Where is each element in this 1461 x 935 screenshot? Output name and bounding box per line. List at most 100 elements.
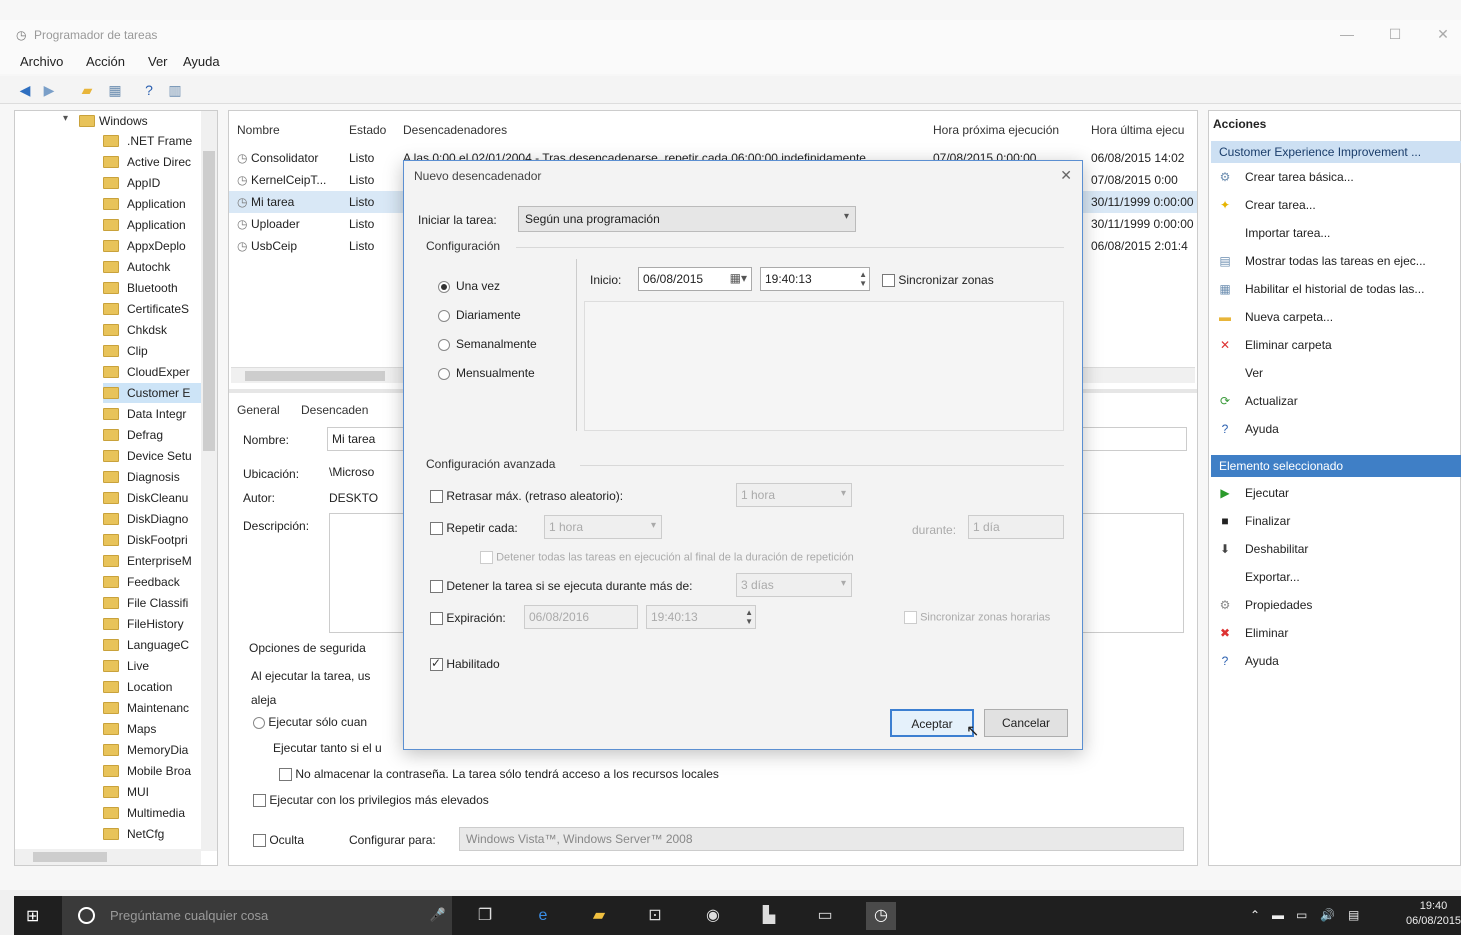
stop-all-option[interactable]: Detener todas las tareas en ejecución al… (480, 551, 854, 564)
dialog-close-button[interactable]: ✕ (1060, 167, 1072, 184)
schedule-option[interactable]: Una vez (438, 279, 500, 293)
repeat-option[interactable]: Repetir cada: (430, 521, 518, 536)
time-spinner-icon[interactable]: ▲ ▼ (745, 608, 753, 626)
actions-section-selected[interactable]: Elemento seleccionado (1211, 455, 1461, 477)
schedule-option[interactable]: Mensualmente (438, 366, 535, 380)
task-scheduler-taskbar-icon[interactable]: ◷ (866, 902, 896, 930)
highest-privileges-checkbox[interactable] (253, 794, 266, 808)
sync-zones-2-option[interactable]: Sincronizar zonas horarias (904, 611, 1050, 624)
media-icon[interactable]: ◉ (698, 902, 728, 930)
tab-triggers[interactable]: Desencaden (301, 403, 368, 417)
collapse-icon[interactable]: ▾ (63, 113, 68, 124)
highest-privileges-option[interactable]: Ejecutar con los privilegios más elevado… (253, 793, 489, 808)
menu-ver[interactable]: Ver (148, 54, 168, 69)
terminal-icon[interactable]: ▭ (810, 902, 840, 930)
battery-icon[interactable]: ▭ (1296, 908, 1307, 922)
action-item[interactable]: Importar tarea... (1217, 223, 1457, 243)
search-box[interactable]: Pregúntame cualquier cosa 🎤 (62, 896, 452, 935)
action-item[interactable]: ✕ Eliminar carpeta (1217, 335, 1457, 355)
volume-icon[interactable]: 🔊 (1320, 908, 1335, 922)
col-estado[interactable]: Estado (349, 123, 386, 137)
action-item[interactable]: ? Ayuda (1217, 419, 1457, 439)
folder-up-icon[interactable]: ▰ (78, 81, 96, 99)
store-icon[interactable]: ⊡ (640, 902, 670, 930)
minimize-button[interactable]: — (1332, 26, 1362, 48)
action-item[interactable]: ✖ Eliminar (1217, 623, 1457, 643)
ok-button[interactable]: Aceptar (890, 709, 974, 737)
forward-icon[interactable]: ▶ (40, 81, 58, 99)
action-item[interactable]: ■ Finalizar (1217, 511, 1457, 531)
back-icon[interactable]: ◀ (16, 81, 34, 99)
time-spinner-icon[interactable]: ▲ ▼ (859, 270, 867, 288)
clapper-icon[interactable]: ▙ (754, 902, 784, 930)
col-nombre[interactable]: Nombre (237, 123, 280, 137)
col-proxima[interactable]: Hora próxima ejecución (933, 123, 1059, 137)
delay-select[interactable]: 1 hora ▾ (736, 483, 852, 507)
schedule-radio[interactable] (438, 338, 450, 351)
cancel-button[interactable]: Cancelar (984, 709, 1068, 737)
enabled-checkbox[interactable] (430, 656, 443, 672)
action-item[interactable]: Ver (1217, 363, 1457, 383)
calendar-icon[interactable]: ▦▾ (730, 271, 747, 285)
file-explorer-icon[interactable]: ▰ (584, 902, 614, 930)
microphone-icon[interactable]: 🎤 (430, 907, 446, 923)
tab-general[interactable]: General (237, 403, 280, 419)
stop-longer-option[interactable]: Detener la tarea si se ejecuta durante m… (430, 579, 692, 594)
sync-zones-option[interactable]: Sincronizar zonas (882, 273, 994, 288)
tray-chevron-icon[interactable]: ⌃ (1250, 908, 1260, 922)
repeat-checkbox[interactable] (430, 522, 443, 536)
expire-date-picker[interactable]: 06/08/2016 (524, 605, 638, 629)
maximize-button[interactable]: ☐ (1380, 26, 1410, 48)
delay-option[interactable]: Retrasar máx. (retraso aleatorio): (430, 489, 623, 504)
expire-option[interactable]: Expiración: (430, 611, 506, 626)
action-item[interactable]: ⚙ Propiedades (1217, 595, 1457, 615)
no-store-password-option[interactable]: No almacenar la contraseña. La tarea sól… (279, 767, 719, 782)
run-whether-option[interactable]: Ejecutar tanto si el u (273, 741, 382, 755)
duration-select[interactable]: 1 día (968, 515, 1064, 539)
edge-icon[interactable]: e (528, 902, 558, 930)
run-only-radio[interactable] (253, 716, 265, 729)
start-task-select[interactable]: Según una programación ▾ (518, 206, 856, 232)
help-toolbar-icon[interactable]: ? (140, 81, 158, 99)
clock[interactable]: 19:40 06/08/2015 (1406, 899, 1461, 929)
action-item[interactable]: ⟳ Actualizar (1217, 391, 1457, 411)
schedule-radio[interactable] (438, 280, 450, 293)
close-button[interactable]: ✕ (1428, 26, 1458, 48)
tree-horizontal-scrollbar[interactable] (15, 849, 201, 865)
hidden-checkbox[interactable] (253, 834, 266, 848)
action-item[interactable]: ▤ Mostrar todas las tareas en ejec... (1217, 251, 1457, 271)
action-item[interactable]: ? Ayuda (1217, 651, 1457, 671)
sync-zones-2-checkbox[interactable] (904, 611, 917, 624)
configure-for-select[interactable]: Windows Vista™, Windows Server™ 2008 (459, 827, 1184, 851)
action-item[interactable]: ✦ Crear tarea... (1217, 195, 1457, 215)
action-item[interactable]: Exportar... (1217, 567, 1457, 587)
no-store-password-checkbox[interactable] (279, 768, 292, 782)
action-item[interactable]: ⬇ Deshabilitar (1217, 539, 1457, 559)
schedule-radio[interactable] (438, 309, 450, 322)
stop-longer-select[interactable]: 3 días ▾ (736, 573, 852, 597)
stop-longer-checkbox[interactable] (430, 580, 443, 594)
run-only-option[interactable]: Ejecutar sólo cuan (253, 715, 367, 729)
notifications-icon[interactable]: ▤ (1348, 908, 1359, 922)
network-icon[interactable]: ▬ (1272, 908, 1284, 922)
schedule-option[interactable]: Diariamente (438, 308, 521, 322)
enabled-option[interactable]: Habilitado (430, 656, 500, 672)
stop-all-checkbox[interactable] (480, 551, 493, 564)
show-hide-tree-icon[interactable]: ▦ (106, 81, 124, 99)
action-item[interactable]: ⚙ Crear tarea básica... (1217, 167, 1457, 187)
schedule-option[interactable]: Semanalmente (438, 337, 537, 351)
tree-vertical-scrollbar[interactable] (201, 111, 217, 851)
schedule-radio[interactable] (438, 367, 450, 380)
windows-start-icon[interactable]: ⊞ (26, 906, 46, 926)
action-item[interactable]: ▬ Nueva carpeta... (1217, 307, 1457, 327)
sync-zones-checkbox[interactable] (882, 274, 895, 288)
expire-checkbox[interactable] (430, 612, 443, 626)
hidden-option[interactable]: Oculta (253, 833, 304, 848)
action-item[interactable]: ▶ Ejecutar (1217, 483, 1457, 503)
start-date-picker[interactable]: 06/08/2015 ▦▾ (638, 267, 752, 291)
action-item[interactable]: ▦ Habilitar el historial de todas las... (1217, 279, 1457, 299)
expire-time-field[interactable]: 19:40:13 ▲ ▼ (646, 605, 756, 629)
repeat-select[interactable]: 1 hora ▾ (544, 515, 662, 539)
show-hide-actions-icon[interactable]: ▥ (166, 81, 184, 99)
start-time-field[interactable]: 19:40:13 ▲ ▼ (760, 267, 870, 291)
